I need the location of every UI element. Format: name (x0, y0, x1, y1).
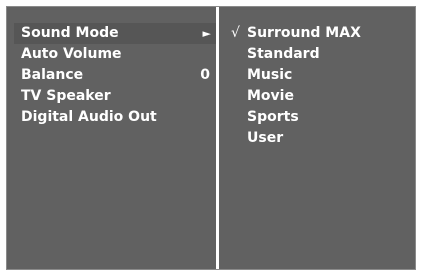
settings-menu: Sound Mode ► Auto Volume Balance 0 TV Sp… (14, 23, 216, 128)
panel-divider (216, 7, 219, 269)
menu-item-label: Digital Audio Out (21, 109, 157, 125)
option-label: Movie (247, 88, 294, 104)
menu-item-digital-audio-out[interactable]: Digital Audio Out (14, 107, 216, 128)
menu-item-label: Balance (21, 67, 84, 83)
menu-item-label: Auto Volume (21, 46, 122, 62)
option-sports[interactable]: Sports (231, 107, 411, 128)
option-music[interactable]: Music (231, 65, 411, 86)
option-label: Sports (247, 109, 299, 125)
sound-osd-panel: Sound Mode ► Auto Volume Balance 0 TV Sp… (6, 6, 416, 270)
checkmark-icon: √ (231, 25, 240, 41)
menu-item-balance[interactable]: Balance 0 (14, 65, 216, 86)
menu-item-label: Sound Mode (21, 25, 119, 41)
option-label: Standard (247, 46, 320, 62)
option-movie[interactable]: Movie (231, 86, 411, 107)
right-arrow-icon: ► (202, 27, 211, 40)
menu-item-sound-mode[interactable]: Sound Mode ► (14, 23, 216, 44)
option-standard[interactable]: Standard (231, 44, 411, 65)
option-label: Music (247, 67, 293, 83)
option-user[interactable]: User (231, 128, 411, 149)
sound-mode-submenu: √ Surround MAX Standard Music Movie Spor… (231, 23, 411, 149)
menu-item-auto-volume[interactable]: Auto Volume (14, 44, 216, 65)
balance-value: 0 (200, 67, 210, 83)
option-label: Surround MAX (247, 25, 361, 41)
menu-item-label: TV Speaker (21, 88, 111, 104)
option-label: User (247, 130, 284, 146)
option-surround-max[interactable]: √ Surround MAX (231, 23, 411, 44)
menu-item-tv-speaker[interactable]: TV Speaker (14, 86, 216, 107)
